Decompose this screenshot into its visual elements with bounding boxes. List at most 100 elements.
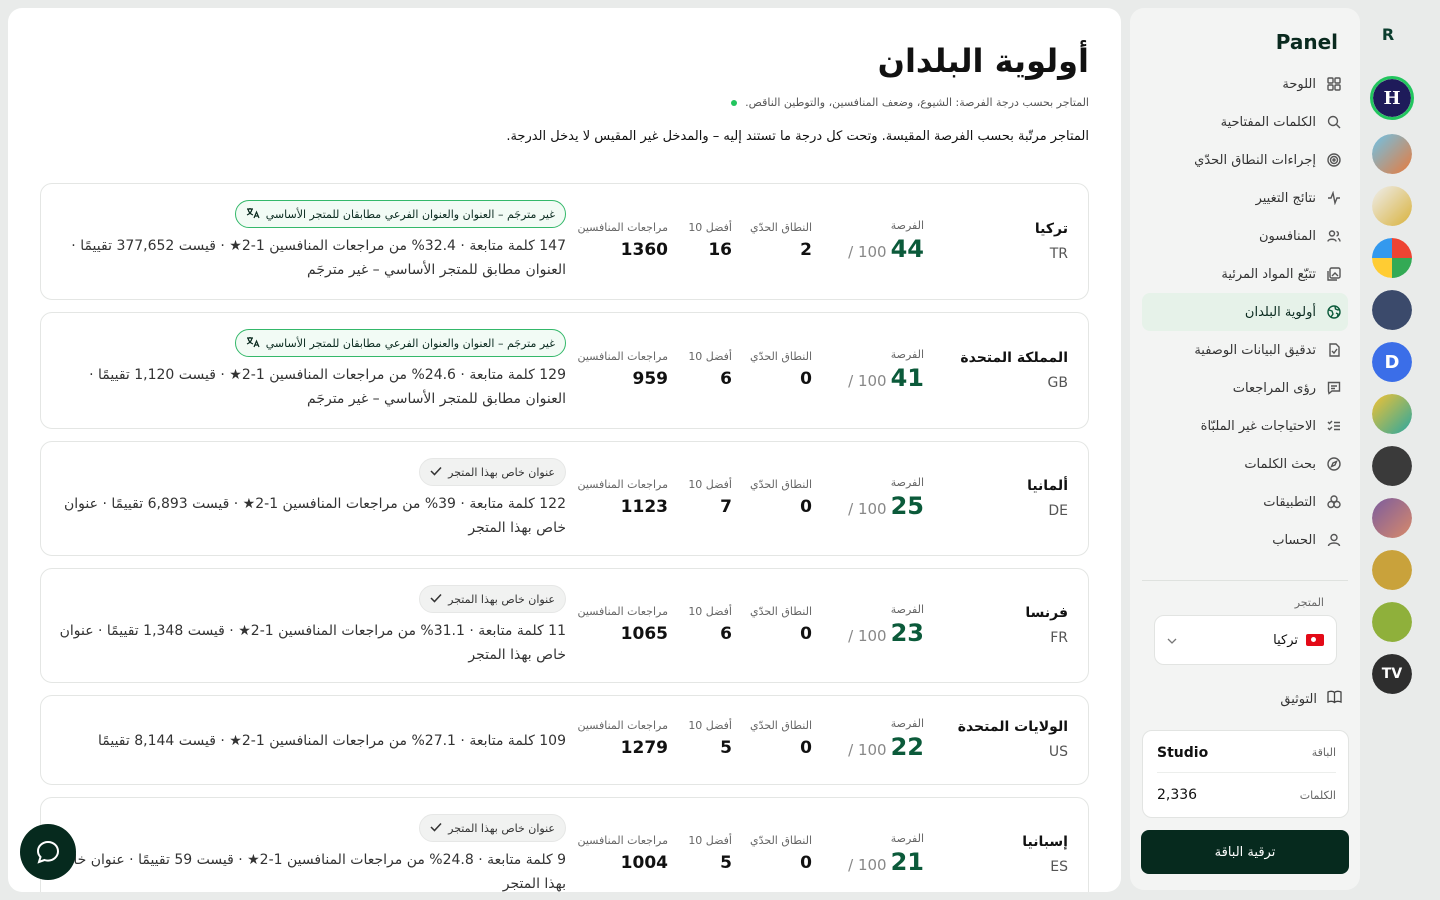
edge-label: النطاق الحدّي [749,604,812,618]
docs-link[interactable]: التوثيق [1280,688,1342,710]
edge-label: النطاق الحدّي [749,220,812,234]
top10-value: 16 [708,239,732,260]
app-icon-5[interactable] [1372,290,1412,330]
nav-item-apps[interactable]: التطبيقات [1142,483,1348,521]
opportunity-label: الفرصة [890,831,924,845]
nav-item-visual-assets[interactable]: تتبّع المواد المرئية [1142,255,1348,293]
app-icon-3[interactable] [1372,186,1412,226]
top10-label: أفضل 10 [688,220,732,234]
opportunity-label: الفرصة [890,602,924,616]
words-label: الكلمات [1299,788,1336,802]
app-icon-8[interactable] [1372,446,1412,486]
plan-label: الباقة [1311,746,1336,759]
edge-metric: النطاق الحدّي 2 [750,221,812,260]
page-description: المتاجر مرتّبة بحسب الفرصة المقيسة. وتحت… [506,129,1089,144]
country-name: ألمانيا [1027,477,1068,494]
nav-item-metadata-audit[interactable]: تدقيق البيانات الوصفية [1142,331,1348,369]
reviews-label: مراجعات المنافسين [577,719,668,732]
grid-icon [1326,76,1342,92]
nav-label: المنافسون [1258,228,1316,244]
app-icon-7[interactable] [1372,394,1412,434]
nav-item-dashboard[interactable]: اللوحة [1142,65,1348,103]
main-panel: أولوية البلدان المتاجر بحسب درجة الفرصة:… [8,8,1121,892]
score-max: / 100 [848,855,887,874]
score-value: 41 [890,363,924,392]
country-card[interactable]: فرنسا FR الفرصة 23/ 100 النطاق الحدّي 0 أفضل 1… [40,568,1089,683]
nav-item-keywords[interactable]: الكلمات المفتاحية [1142,103,1348,141]
top10-value: 5 [720,852,732,873]
nav-item-country-priority[interactable]: أولوية البلدان [1142,293,1348,331]
sidebar-divider [1142,580,1348,581]
nav-label: رؤى المراجعات [1232,380,1316,396]
reviews-value: 1279 [620,738,668,758]
top10-value: 6 [720,623,732,644]
country-name: المملكة المتحدة [960,349,1068,366]
plan-card: الباقة Studio الكلمات 2,336 [1142,730,1349,818]
app-icon-12[interactable]: TV [1372,654,1412,694]
badge-text: عنوان خاص بهذا المتجر [448,592,555,606]
nav-item-keyword-research[interactable]: بحث الكلمات [1142,445,1348,483]
upgrade-plan-button[interactable]: ترقية الباقة [1141,830,1349,874]
edge-value: 0 [800,623,812,644]
country-card[interactable]: تركيا TR الفرصة 44/ 100 النطاق الحدّي 2 أفضل 1… [40,183,1089,300]
chat-button[interactable] [20,824,76,880]
app-icon-11[interactable] [1372,602,1412,642]
badge-text: عنوان خاص بهذا المتجر [448,821,555,835]
app-icon-h[interactable]: H [1370,76,1414,120]
country-card[interactable]: المملكة المتحدة GB الفرصة 41/ 100 النطاق الح… [40,312,1089,429]
reviews-metric: مراجعات المنافسين 1004 [577,834,668,873]
edge-metric: النطاق الحدّي 0 [750,350,812,389]
nav-item-change-results[interactable]: نتائج التغيير [1142,179,1348,217]
top10-label: أفضل 10 [688,833,732,847]
country-code: GB [1047,374,1068,391]
brand-logo: R [1381,24,1395,44]
app-icon-4[interactable] [1372,238,1412,278]
reviews-value: 1123 [620,496,668,517]
edge-metric: النطاق الحدّي 0 [750,478,812,517]
reviews-label: مراجعات المنافسين [577,477,668,491]
app-icon-2[interactable] [1372,134,1412,174]
reviews-metric: مراجعات المنافسين 1279 [577,719,668,758]
app-icon-10[interactable] [1372,550,1412,590]
nav-item-account[interactable]: الحساب [1142,521,1348,559]
country-code: TR [1049,245,1068,262]
chat-bubble-icon [36,840,60,864]
badge-text: غير مترجَم – العنوان والعنوان الفرعي مطا… [265,207,555,221]
activity-icon [1326,190,1342,206]
nav-item-competitors[interactable]: المنافسون [1142,217,1348,255]
store-select[interactable]: تركيا [1154,615,1337,665]
country-details: 122 كلمة متابعة · 39% من مراجعات المنافس… [64,496,566,536]
nav-label: الاحتياجات غير الملبّاة [1200,418,1316,434]
globe-icon [1326,304,1342,320]
edge-metric: النطاق الحدّي 0 [750,605,812,644]
score-max: / 100 [848,242,887,261]
nav-item-review-insights[interactable]: رؤى المراجعات [1142,369,1348,407]
app-icon-6[interactable]: D [1372,342,1412,382]
nav-item-edge-actions[interactable]: إجراءات النطاق الحدّي [1142,141,1348,179]
message-icon [1326,380,1342,396]
country-card[interactable]: إسبانيا ES الفرصة 21/ 100 النطاق الحدّي 0 أفضل… [40,797,1089,892]
nav-label: أولوية البلدان [1244,304,1316,320]
top10-value: 5 [720,738,732,758]
nav-item-unmet-needs[interactable]: الاحتياجات غير الملبّاة [1142,407,1348,445]
nav-label: الحساب [1272,532,1316,548]
score-value: 23 [890,618,924,647]
reviews-value: 959 [632,368,669,389]
app-icon-9[interactable] [1372,498,1412,538]
score-max: / 100 [848,499,887,518]
opportunity-label: الفرصة [890,475,924,489]
top10-label: أفضل 10 [688,349,732,363]
country-card[interactable]: الولايات المتحدة US الفرصة 22/ 100 النطاق ال… [40,695,1089,785]
badge-text: عنوان خاص بهذا المتجر [448,465,555,479]
opportunity-label: الفرصة [890,347,924,361]
nav-label: بحث الكلمات [1244,456,1316,472]
list-checks-icon [1326,418,1342,434]
legend-line: المتاجر بحسب درجة الفرصة: الشيوع، وضعف ا… [731,96,1089,109]
edge-label: النطاق الحدّي [749,349,812,363]
localization-badge: غير مترجَم – العنوان والعنوان الفرعي مطا… [234,329,566,357]
app-rail: R H D TV [1368,0,1418,900]
reviews-value: 1065 [620,623,668,644]
country-card[interactable]: ألمانيا DE الفرصة 25/ 100 النطاق الحدّي 0 أفضل… [40,441,1089,556]
country-name: الولايات المتحدة [957,719,1068,735]
sidebar-nav: اللوحة الكلمات المفتاحية إجراءات النطاق … [1142,65,1348,559]
